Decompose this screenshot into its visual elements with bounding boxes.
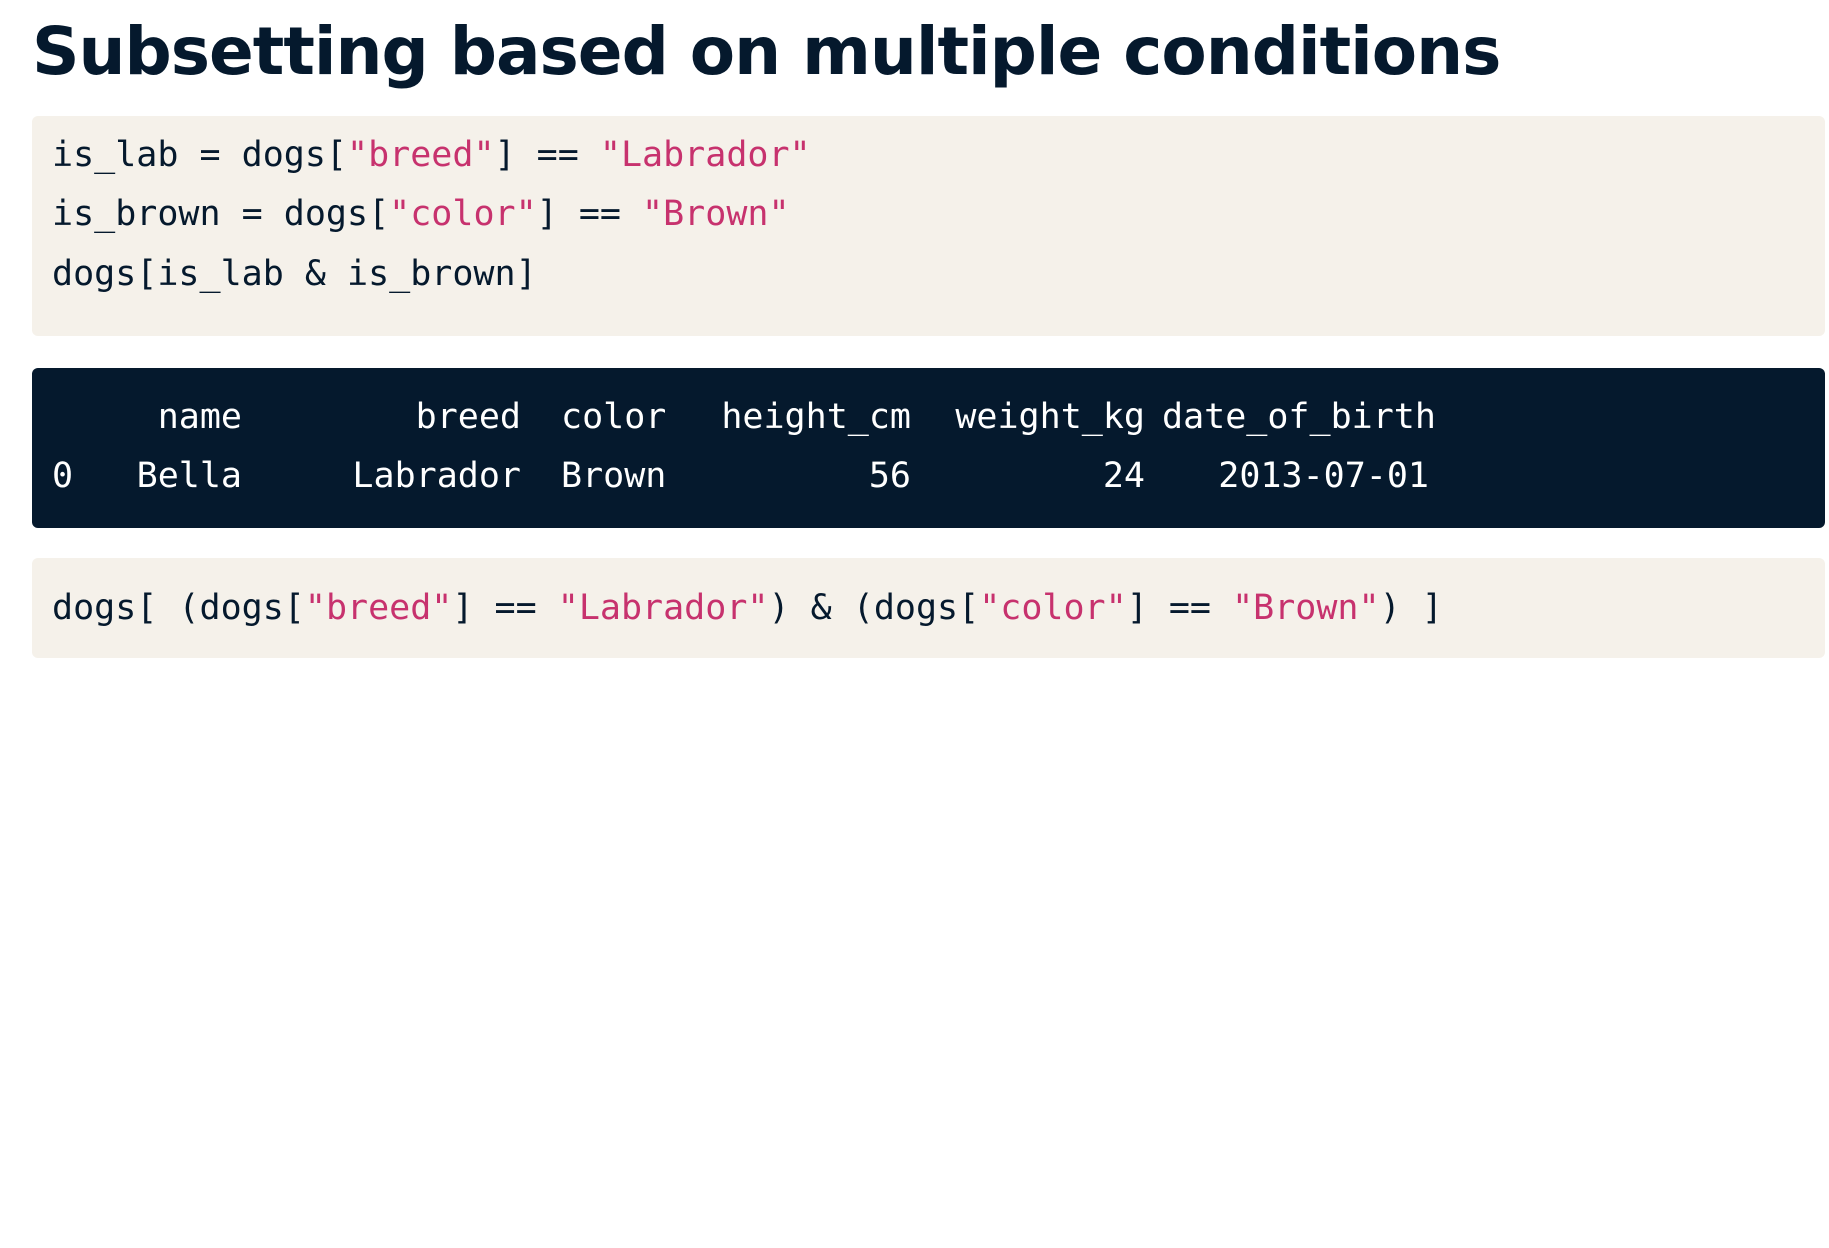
- cell-height-cm: 56: [868, 456, 911, 496]
- header-name: name: [157, 397, 242, 437]
- code-text: is_brown = dogs[: [52, 194, 390, 234]
- code-string: "breed": [304, 588, 453, 628]
- code-text: ] ==: [536, 194, 643, 234]
- header-weight-kg: weight_kg: [955, 397, 1145, 437]
- code-string: "color": [389, 194, 537, 234]
- code-block-combined: dogs[ (dogs["breed"] == "Labrador") & (d…: [32, 558, 1825, 658]
- code-text: ) ]: [1379, 588, 1443, 628]
- code-block-conditions: is_lab = dogs["breed"] == "Labrador" is_…: [32, 116, 1825, 336]
- output-table: name breed color height_cm weight_kg dat…: [32, 368, 1825, 528]
- code-text: dogs[is_lab & is_brown]: [52, 254, 537, 294]
- code-string: "Brown": [642, 194, 790, 234]
- cell-breed: Labrador: [352, 456, 521, 496]
- code-string: "Labrador": [557, 588, 769, 628]
- cell-color: Brown: [561, 456, 667, 496]
- code-string: "Brown": [1232, 588, 1380, 628]
- header-color: color: [561, 397, 667, 437]
- header-height-cm: height_cm: [721, 397, 911, 437]
- header-date-of-birth: date_of_birth: [1162, 397, 1436, 437]
- code-text: ] ==: [452, 588, 558, 628]
- code-line-is-brown: is_brown = dogs["color"] == "Brown": [52, 193, 790, 235]
- code-text: dogs[ (dogs[: [52, 588, 305, 628]
- page-title: Subsetting based on multiple conditions: [32, 13, 1501, 90]
- code-string: "Labrador": [599, 135, 811, 175]
- code-string: "breed": [347, 135, 495, 175]
- cell-name: Bella: [136, 456, 242, 496]
- code-text: is_lab = dogs[: [52, 135, 348, 175]
- cell-date-of-birth: 2013-07-01: [1218, 456, 1429, 496]
- cell-weight-kg: 24: [1102, 456, 1145, 496]
- code-text: ] ==: [494, 135, 600, 175]
- table-row: 0 Bella Labrador Brown 56 24 2013-07-01: [52, 456, 1825, 1208]
- code-text: ] ==: [1126, 588, 1233, 628]
- code-line-subset: dogs[is_lab & is_brown]: [52, 253, 537, 295]
- header-breed: breed: [415, 397, 521, 437]
- code-text: ) & (dogs[: [768, 588, 980, 628]
- code-line-is-lab: is_lab = dogs["breed"] == "Labrador": [52, 134, 811, 176]
- code-line-combined: dogs[ (dogs["breed"] == "Labrador") & (d…: [52, 587, 1443, 629]
- code-string: "color": [979, 588, 1127, 628]
